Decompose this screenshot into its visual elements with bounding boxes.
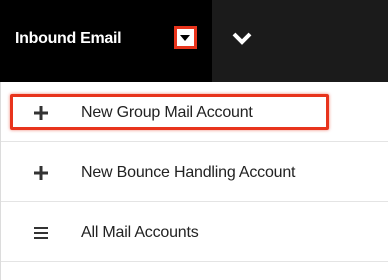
module-dropdown-toggle[interactable] [174,26,197,49]
menu-item-label: New Group Mail Account [81,104,253,121]
menu-item-label: New Bounce Handling Account [81,164,296,181]
module-title[interactable]: Inbound Email [15,29,122,49]
menu-item-all-mail-accounts[interactable]: All Mail Accounts [1,202,388,262]
list-icon [34,227,48,239]
caret-down-icon [180,35,190,41]
menu-item-new-bounce-handling-account[interactable]: New Bounce Handling Account [1,142,388,202]
module-tab[interactable]: Inbound Email [0,0,212,82]
module-dropdown-menu: New Group Mail Account New Bounce Handli… [0,82,388,280]
menu-item-label: All Mail Accounts [81,224,199,241]
menu-item-new-group-mail-account[interactable]: New Group Mail Account [1,82,388,142]
plus-icon [34,106,48,120]
chevron-down-icon[interactable] [231,31,253,47]
plus-icon [34,166,48,180]
top-navbar: Inbound Email [0,0,388,82]
